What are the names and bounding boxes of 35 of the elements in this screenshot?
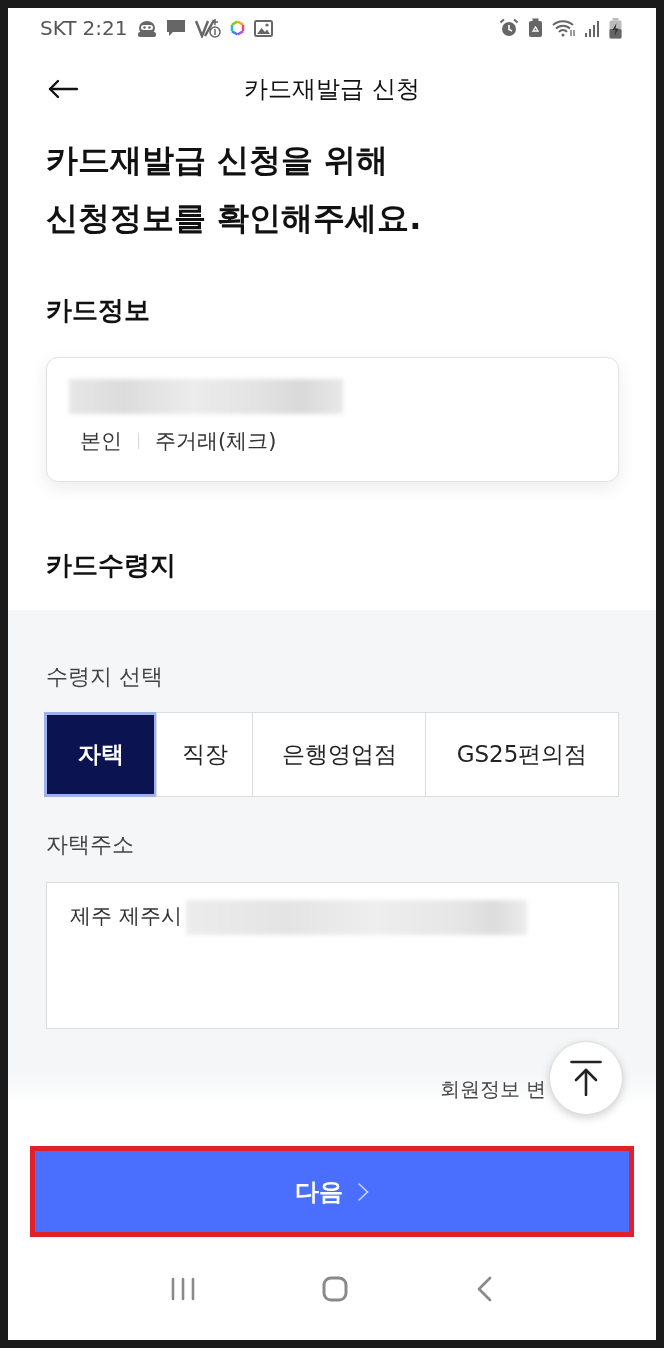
recent-apps-icon [171,1276,196,1301]
home-button[interactable] [321,1274,349,1303]
delivery-option-tab[interactable]: 직장 [156,712,253,797]
chevron-right-icon [357,1181,369,1202]
delivery-option-tab[interactable]: 은행영업점 [252,712,426,797]
section-title: 카드정보 [46,294,151,327]
section-title: 카드수령지 [46,549,177,582]
robot-icon [137,19,158,37]
delivery-option-tab[interactable]: 자택 [44,712,157,797]
home-icon [322,1275,348,1302]
image-icon [254,19,274,37]
address-field[interactable]: 제주 제주시 [46,882,619,1029]
address-text: 제주 제주시 [70,903,182,930]
hexagon-icon [230,20,246,36]
back-arrow-icon [48,79,78,99]
carrier-text: SKT [40,18,77,38]
chat-bubble-icon [166,19,187,37]
battery-charging-icon [609,17,622,39]
field-label: 수령지 선택 [46,663,164,691]
delivery-option-tab[interactable]: GS25편의점 [425,712,619,797]
call-status-icon [195,18,222,38]
next-button[interactable]: 다음 [35,1151,629,1232]
clock-text: 2:21 [82,18,128,38]
field-label: 자택주소 [46,831,135,859]
wifi-icon [552,19,576,37]
member-info-link[interactable]: 회원정보 변 [439,1074,546,1104]
signal-icon [585,19,600,37]
page-title: 카드재발급 신청 [244,74,420,105]
card-tag: 본인 [80,426,122,456]
alarm-clock-icon [499,18,519,38]
card-tag: 주거래(체크) [155,426,277,456]
recent-apps-button[interactable] [170,1275,197,1302]
battery-saver-icon [528,18,543,38]
back-chevron-icon [475,1275,492,1302]
page-heading: 카드재발급 신청을 위해 신청정보를 확인해주세요. [46,140,423,239]
